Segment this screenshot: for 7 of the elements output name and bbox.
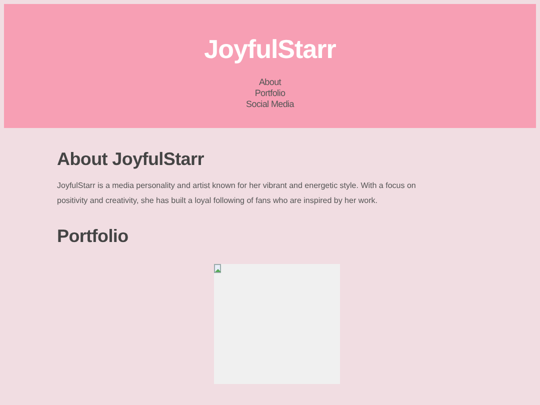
nav-link[interactable]: Portfolio xyxy=(254,88,286,99)
nav-link[interactable]: Social Media xyxy=(246,99,294,110)
paragraph: JoyfulStarr is a media personality and artist known for her vibrant and energetic style. With a focus on positivity and creativity, she has built a loyal following of fans who are inspired by her work. xyxy=(57,180,417,207)
section-heading: About JoyfulStarr xyxy=(57,148,205,171)
nav-link[interactable]: About xyxy=(258,77,282,88)
site-title: JoyfulStarr xyxy=(204,33,336,65)
section-heading: Portfolio xyxy=(57,225,130,248)
